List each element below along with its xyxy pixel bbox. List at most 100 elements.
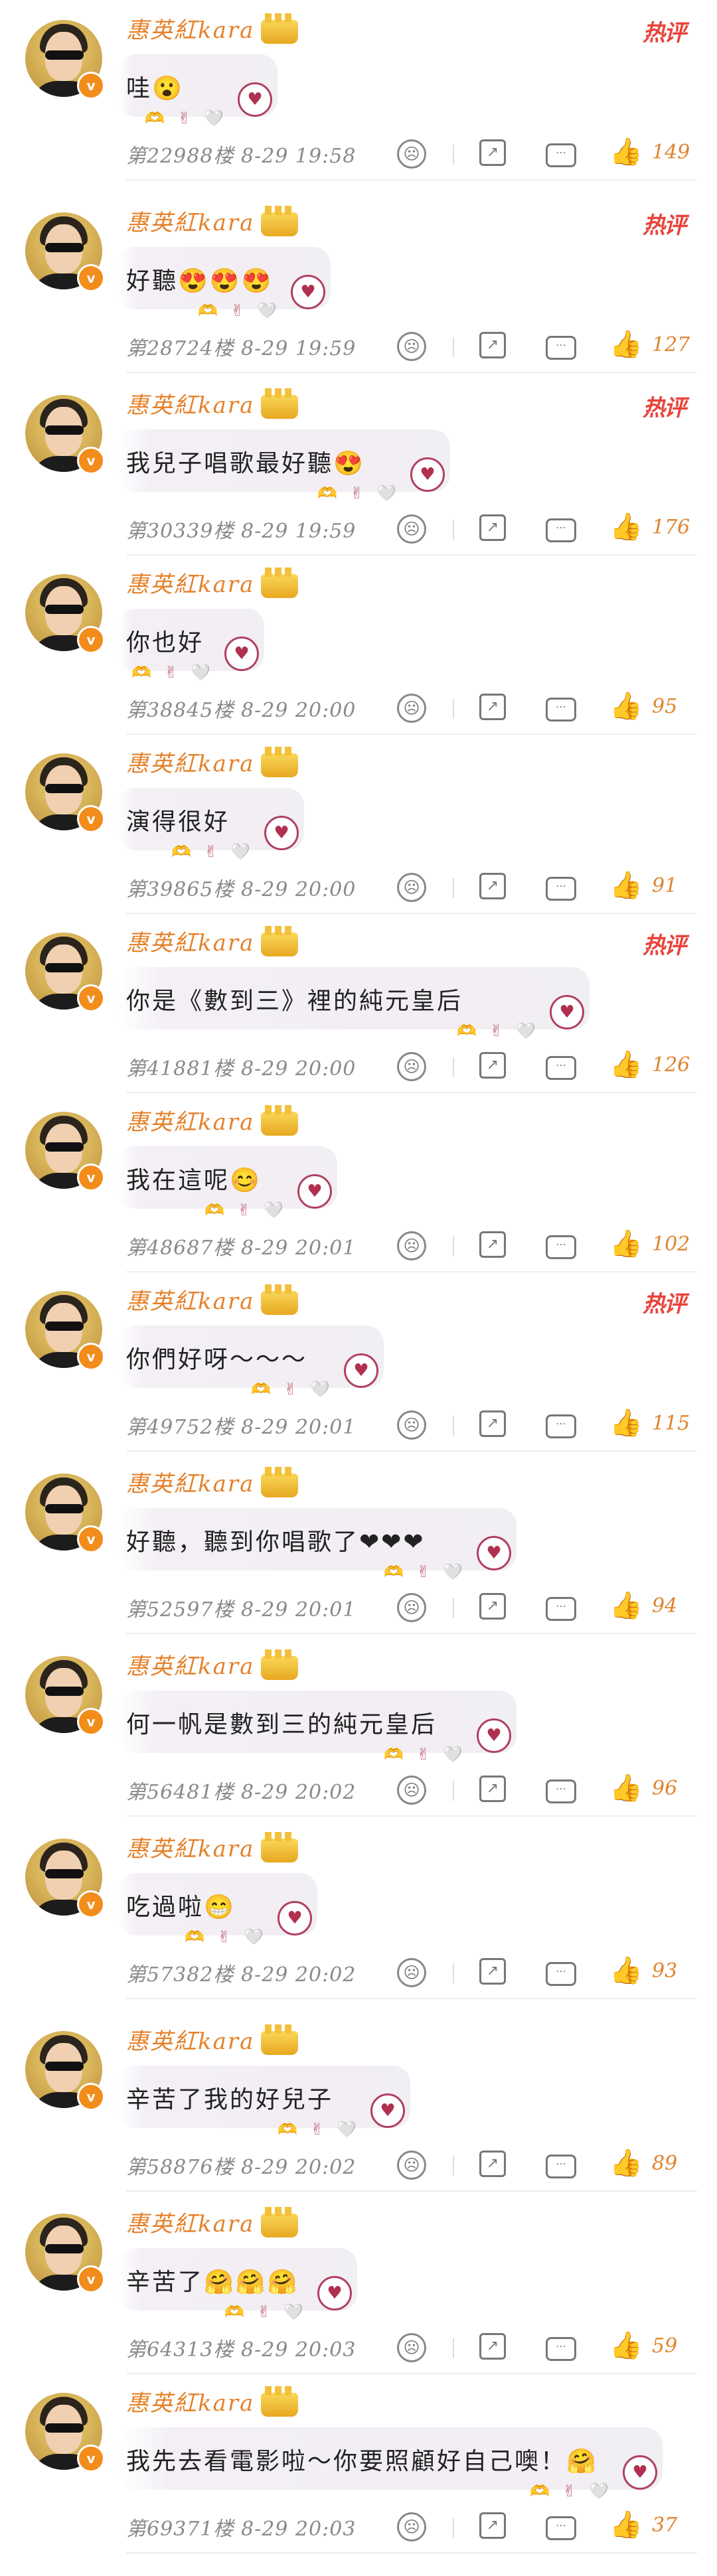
username[interactable]: 惠英紅kara (126, 925, 299, 957)
share-icon[interactable]: ↗ (479, 1410, 506, 1437)
share-icon[interactable]: ↗ (479, 1231, 506, 1258)
reply-icon[interactable]: ⋯ (546, 698, 576, 721)
divider (126, 1815, 697, 1817)
reply-icon[interactable]: ⋯ (546, 336, 576, 360)
reply-icon[interactable]: ⋯ (546, 2516, 576, 2540)
heart-icon: ♥ (278, 1901, 312, 1935)
username[interactable]: 惠英紅kara (126, 1283, 299, 1316)
like-icon[interactable]: 👍 (609, 512, 643, 542)
share-icon[interactable]: ↗ (479, 694, 506, 720)
like-count: 89 (652, 2152, 678, 2175)
reply-icon[interactable]: ⋯ (546, 2337, 576, 2361)
like-icon[interactable]: 👍 (609, 1408, 643, 1438)
avatar-sunglasses (45, 2423, 84, 2433)
dislike-icon[interactable]: ☹ (397, 332, 426, 361)
reply-icon[interactable]: ⋯ (546, 1780, 576, 1803)
avatar-sunglasses (45, 1504, 84, 1513)
dislike-icon[interactable]: ☹ (397, 694, 426, 723)
like-icon[interactable]: 👍 (609, 2148, 643, 2178)
like-icon[interactable]: 👍 (609, 870, 643, 901)
username[interactable]: 惠英紅kara (126, 12, 299, 44)
heart-icon: ♥ (370, 2093, 405, 2128)
bubble-decoration-icon: 🫶 ✌ 🤍 (185, 1928, 268, 1946)
dislike-icon[interactable]: ☹ (397, 1052, 426, 1081)
like-icon[interactable]: 👍 (609, 1773, 643, 1803)
username[interactable]: 惠英紅kara (126, 2206, 299, 2238)
like-icon[interactable]: 👍 (609, 2330, 643, 2361)
reply-icon[interactable]: ⋯ (546, 2155, 576, 2178)
dislike-icon[interactable]: ☹ (397, 1410, 426, 1440)
dislike-icon[interactable]: ☹ (397, 2333, 426, 2362)
verified-badge-icon: v (77, 1525, 105, 1553)
dislike-icon[interactable]: ☹ (397, 514, 426, 544)
share-icon[interactable]: ↗ (479, 1958, 506, 1985)
divider (126, 733, 697, 735)
share-icon[interactable]: ↗ (479, 1593, 506, 1620)
hot-comment-badge: 热评 (643, 20, 686, 46)
username[interactable]: 惠英紅kara (126, 1104, 299, 1136)
comment-actions: ☹ ↗ ⋯ 👍 37 (0, 2510, 717, 2545)
like-icon[interactable]: 👍 (609, 1049, 643, 1080)
reply-icon[interactable]: ⋯ (546, 1414, 576, 1438)
share-icon[interactable]: ↗ (479, 2512, 506, 2539)
reply-icon[interactable]: ⋯ (546, 877, 576, 901)
heart-icon: ♥ (477, 1536, 511, 1570)
avatar-sunglasses (45, 1322, 84, 1331)
verified-badge-icon: v (77, 72, 105, 100)
share-icon[interactable]: ↗ (479, 514, 506, 541)
dislike-icon[interactable]: ☹ (397, 873, 426, 902)
like-icon[interactable]: 👍 (609, 1229, 643, 1259)
username[interactable]: 惠英紅kara (126, 204, 299, 237)
share-icon[interactable]: ↗ (479, 873, 506, 899)
divider (453, 699, 454, 719)
hot-comment-badge: 热评 (643, 933, 686, 959)
username[interactable]: 惠英紅kara (126, 1466, 299, 1498)
like-icon[interactable]: 👍 (609, 137, 643, 167)
like-icon[interactable]: 👍 (609, 329, 643, 360)
share-icon[interactable]: ↗ (479, 332, 506, 358)
username[interactable]: 惠英紅kara (126, 2385, 299, 2417)
username[interactable]: 惠英紅kara (126, 566, 299, 599)
dislike-icon[interactable]: ☹ (397, 1593, 426, 1622)
like-icon[interactable]: 👍 (609, 2510, 643, 2540)
vip-crown-icon (261, 1105, 299, 1136)
like-icon[interactable]: 👍 (609, 1955, 643, 1986)
like-icon[interactable]: 👍 (609, 691, 643, 721)
share-icon[interactable]: ↗ (479, 139, 506, 166)
share-icon[interactable]: ↗ (479, 2151, 506, 2177)
vip-crown-icon (261, 2024, 299, 2055)
reply-icon[interactable]: ⋯ (546, 518, 576, 542)
dislike-icon[interactable]: ☹ (397, 2151, 426, 2180)
comment-actions: ☹ ↗ ⋯ 👍 96 (0, 1773, 717, 1809)
dislike-icon[interactable]: ☹ (397, 1776, 426, 1805)
username[interactable]: 惠英紅kara (126, 387, 299, 419)
username[interactable]: 惠英紅kara (126, 1648, 299, 1681)
comment-actions: ☹ ↗ ⋯ 👍 89 (0, 2148, 717, 2184)
dislike-icon[interactable]: ☹ (397, 1958, 426, 1987)
username[interactable]: 惠英紅kara (126, 2023, 299, 2056)
comment-text: 你們好呀～～～ (126, 1346, 308, 1373)
heart-icon: ♥ (224, 637, 259, 671)
reply-icon[interactable]: ⋯ (546, 1597, 576, 1621)
heart-icon: ♥ (623, 2455, 657, 2490)
reply-icon[interactable]: ⋯ (546, 1056, 576, 1080)
like-icon[interactable]: 👍 (609, 1590, 643, 1621)
username-text: 惠英紅kara (126, 571, 255, 598)
reply-icon[interactable]: ⋯ (546, 143, 576, 167)
share-icon[interactable]: ↗ (479, 1052, 506, 1079)
username[interactable]: 惠英紅kara (126, 745, 299, 778)
dislike-icon[interactable]: ☹ (397, 1231, 426, 1260)
heart-icon: ♥ (410, 457, 445, 492)
reply-icon[interactable]: ⋯ (546, 1235, 576, 1259)
like-count: 95 (652, 695, 678, 718)
like-count: 102 (652, 1233, 690, 1256)
dislike-icon[interactable]: ☹ (397, 2512, 426, 2541)
username[interactable]: 惠英紅kara (126, 1831, 299, 1863)
reply-icon[interactable]: ⋯ (546, 1962, 576, 1986)
heart-icon: ♥ (291, 275, 325, 309)
share-icon[interactable]: ↗ (479, 1776, 506, 1802)
share-icon[interactable]: ↗ (479, 2333, 506, 2360)
dislike-icon[interactable]: ☹ (397, 139, 426, 169)
comment-actions: ☹ ↗ ⋯ 👍 94 (0, 1590, 717, 1626)
avatar-sunglasses (45, 784, 84, 793)
